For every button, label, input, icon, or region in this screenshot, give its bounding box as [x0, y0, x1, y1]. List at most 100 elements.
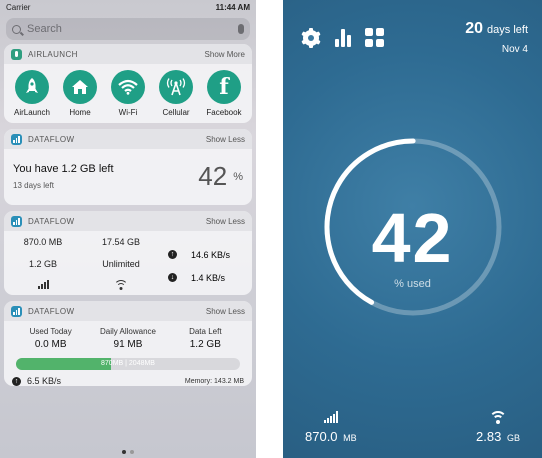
used-today-label: Used Today: [29, 327, 72, 336]
cellular-signal-icon: [37, 280, 49, 289]
upload-arrow-icon: ↑: [168, 250, 177, 259]
daily-allowance-value: 91 MB: [113, 339, 143, 350]
dataflow-daily-widget: DATAFLOW Show Less Used Today Daily Allo…: [4, 301, 252, 386]
show-less-button[interactable]: Show Less: [206, 135, 245, 144]
cellular-tower-icon: [159, 70, 193, 104]
wifi-total-unit: GB: [506, 433, 520, 443]
days-left-label: 13 days left: [13, 181, 54, 190]
wifi-total-value: 2.83: [476, 429, 502, 444]
toolbar: [301, 20, 384, 55]
usage-body: 870.0 MB 1.2 GB 17.54 GB Unlimited ↑ 14.…: [4, 231, 252, 295]
show-less-button[interactable]: Show Less: [206, 307, 245, 316]
dataflow-usage-widget: DATAFLOW Show Less 870.0 MB 1.2 GB 17.54…: [4, 211, 252, 295]
today-view: Carrier 11:44 AM Search AIRLAUNCH Show M…: [0, 0, 256, 458]
widget-header: DATAFLOW Show Less: [4, 211, 252, 231]
launcher-label: Home: [69, 108, 91, 117]
widget-title: DATAFLOW: [28, 216, 75, 226]
search-placeholder: Search: [27, 23, 62, 35]
cellular-left: 1.2 GB: [28, 258, 57, 269]
dataflow-summary-widget: DATAFLOW Show Less You have 1.2 GB left …: [4, 129, 252, 205]
download-speed: 1.4 KB/s: [191, 272, 226, 283]
widget-header: DATAFLOW Show Less: [4, 301, 252, 321]
launcher-airlaunch[interactable]: AirLaunch: [10, 70, 54, 117]
dataflow-app-icon: [11, 133, 22, 145]
dataflow-app-icon: [11, 305, 22, 317]
bar-chart-icon[interactable]: [335, 28, 351, 47]
launcher-label: Cellular: [162, 108, 190, 117]
widget-header: AIRLAUNCH Show More: [4, 44, 252, 64]
period-info: 20 days left Nov 4: [465, 20, 528, 55]
percent-value: 42: [198, 161, 228, 191]
daily-allowance-label: Daily Allowance: [99, 327, 156, 336]
cellular-used: 870.0 MB: [23, 237, 63, 247]
percent-sign: %: [233, 170, 243, 183]
wifi-used: 17.54 GB: [101, 237, 141, 247]
cellular-signal-icon: [323, 411, 338, 423]
usage-percent: 42: [371, 199, 454, 277]
usage-percent-label: % used: [394, 278, 431, 290]
speed-value: 6.5 KB/s: [27, 376, 62, 386]
summary-body: You have 1.2 GB left 13 days left 42 %: [4, 149, 252, 205]
wifi-column: 17.54 GB Unlimited: [74, 237, 168, 290]
wifi-icon: [111, 70, 145, 104]
launcher-label: Wi-Fi: [118, 108, 138, 117]
home-icon: [63, 70, 97, 104]
usage-progress-label: 870MB | 2048MB: [101, 360, 155, 367]
launcher-cellular[interactable]: Cellular: [154, 70, 198, 117]
upload-speed: 14.6 KB/s: [191, 249, 231, 260]
widget-title: DATAFLOW: [28, 134, 75, 144]
usage-progress-bar: 870MB | 2048MB: [16, 358, 240, 370]
search-icon: [12, 24, 21, 34]
upload-speed-row: ↑ 14.6 KB/s: [168, 250, 244, 260]
cellular-column: 870.0 MB 1.2 GB: [12, 237, 74, 289]
show-less-button[interactable]: Show Less: [206, 217, 245, 226]
used-today-value: 0.0 MB: [34, 339, 67, 350]
app-header: 20 days left Nov 4: [301, 20, 528, 55]
upload-arrow-icon: ↑: [12, 376, 21, 386]
facebook-icon: f: [207, 70, 241, 104]
daily-footer: ↑ 6.5 KB/s Memory: 143.2 MB: [12, 376, 244, 386]
show-more-button[interactable]: Show More: [205, 50, 245, 59]
totals-row: 870.0 MB 2.83 GB: [305, 411, 520, 444]
cellular-total-value: 870.0: [305, 429, 338, 444]
dataflow-app-screen: 20 days left Nov 4 42 % used 870.0 MB 2.8…: [283, 0, 542, 458]
widget-title: AIRLAUNCH: [28, 49, 78, 59]
carrier-label: Carrier: [6, 2, 31, 12]
search-field[interactable]: Search: [6, 18, 250, 40]
days-left-label: days left: [487, 24, 528, 36]
wifi-left: Unlimited: [102, 258, 140, 269]
data-left-headline: You have 1.2 GB left: [13, 163, 114, 175]
daily-labels: Used Today Daily Allowance Data Left: [12, 327, 244, 336]
page-indicator[interactable]: [0, 450, 256, 454]
period-date: Nov 4: [501, 44, 528, 55]
launcher-label: Facebook: [206, 108, 242, 117]
data-left-label: Data Left: [189, 327, 222, 336]
launcher-facebook[interactable]: f Facebook: [202, 70, 246, 117]
airlaunch-widget: AIRLAUNCH Show More AirLaunch Home Wi-Fi…: [4, 44, 252, 123]
wifi-icon: [489, 411, 508, 424]
airlaunch-app-icon: [11, 48, 22, 60]
data-left-value: 1.2 GB: [189, 339, 221, 350]
days-left-number: 20: [465, 20, 484, 37]
cellular-total[interactable]: 870.0 MB: [305, 411, 357, 444]
download-speed-row: ↓ 1.4 KB/s: [168, 273, 244, 283]
launcher-wifi[interactable]: Wi-Fi: [106, 70, 150, 117]
wifi-total[interactable]: 2.83 GB: [476, 411, 520, 444]
daily-values: 0.0 MB 91 MB 1.2 GB: [12, 339, 244, 350]
status-bar: Carrier 11:44 AM: [0, 0, 256, 14]
grid-icon[interactable]: [365, 28, 384, 47]
gear-icon[interactable]: [301, 27, 321, 48]
rocket-icon: [15, 70, 49, 104]
speed-column: ↑ 14.6 KB/s ↓ 1.4 KB/s: [168, 237, 244, 289]
clock: 11:44 AM: [215, 2, 250, 12]
daily-body: Used Today Daily Allowance Data Left 0.0…: [4, 321, 252, 386]
launcher-home[interactable]: Home: [58, 70, 102, 117]
cellular-total-unit: MB: [343, 433, 357, 443]
microphone-icon[interactable]: [238, 24, 244, 34]
widget-title: DATAFLOW: [28, 306, 75, 316]
launcher-row: AirLaunch Home Wi-Fi Cellular f Facebook: [4, 64, 252, 123]
widget-header: DATAFLOW Show Less: [4, 129, 252, 149]
launcher-label: AirLaunch: [13, 108, 51, 117]
memory-label: Memory: 143.2 MB: [184, 377, 244, 385]
dataflow-app-icon: [11, 215, 22, 227]
